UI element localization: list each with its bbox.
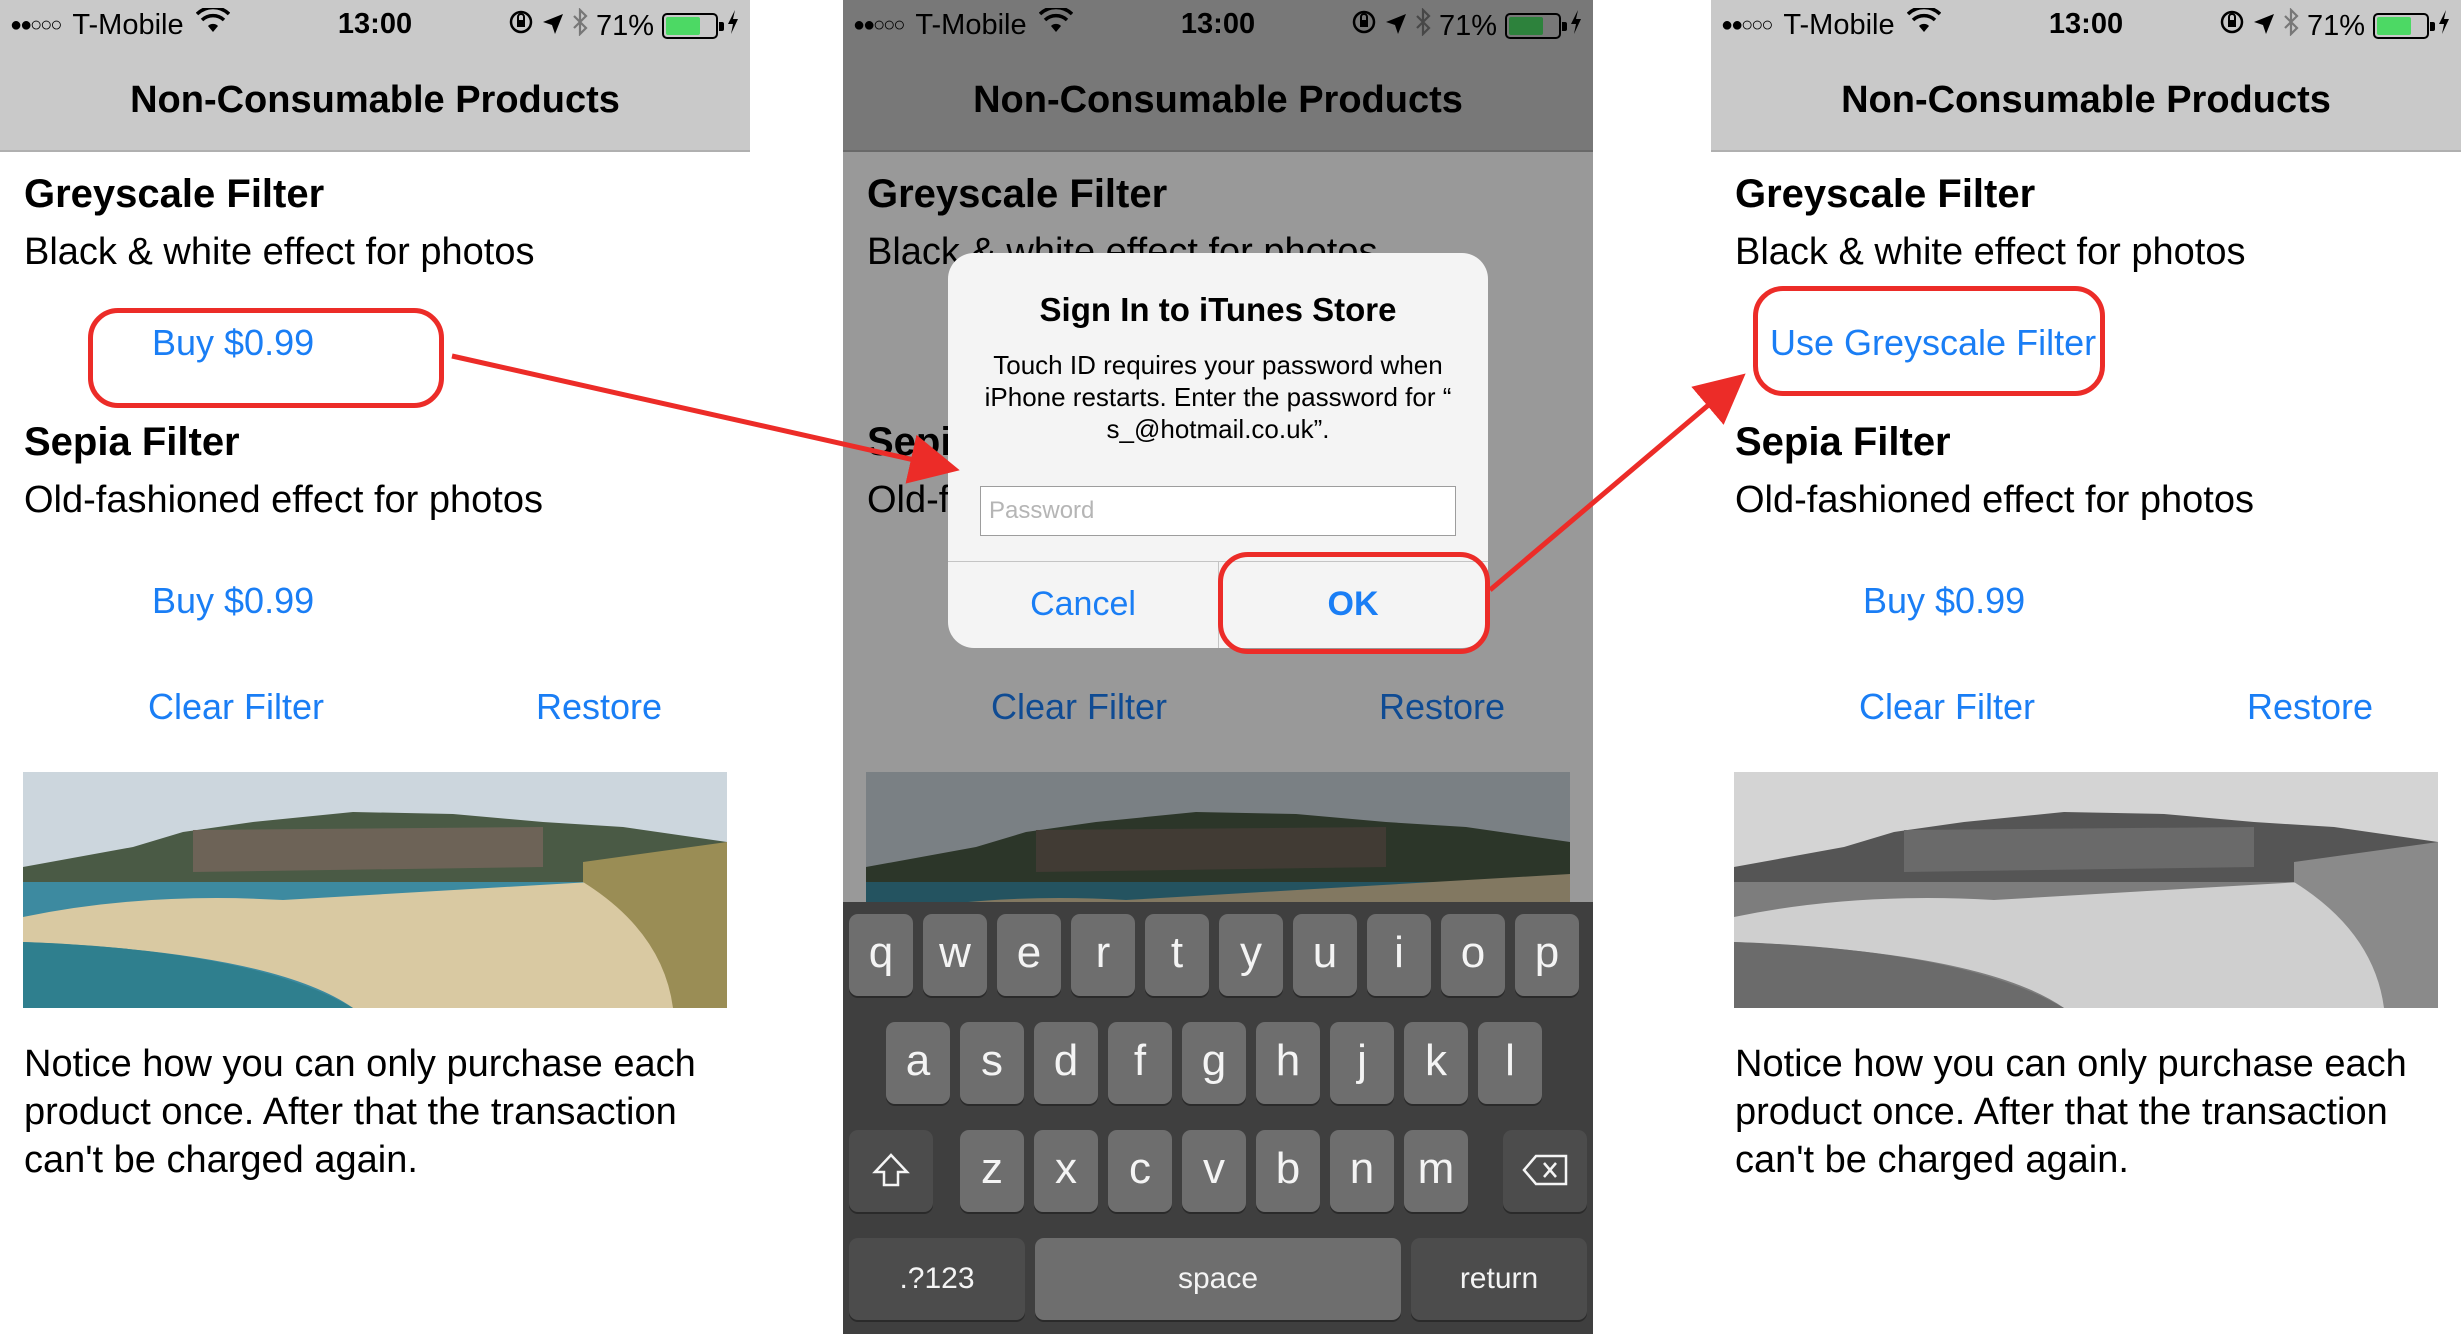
nav-bar-title: Non-Consumable Products: [0, 50, 750, 152]
key-d[interactable]: d: [1034, 1022, 1098, 1104]
product-description: Old-fashioned effect for photos: [1735, 479, 2254, 521]
numbers-key[interactable]: .?123: [849, 1238, 1025, 1320]
product-title: Greyscale Filter: [1735, 172, 2036, 216]
key-u[interactable]: u: [1293, 914, 1357, 996]
key-j[interactable]: j: [1330, 1022, 1394, 1104]
key-r[interactable]: r: [1071, 914, 1135, 996]
battery-level: [666, 17, 701, 35]
key-z[interactable]: z: [960, 1130, 1024, 1212]
shift-icon: [872, 1153, 910, 1195]
notice-text: Notice how you can only purchase each pr…: [24, 1043, 696, 1181]
key-l[interactable]: l: [1478, 1022, 1542, 1104]
nav-bar-title: Non-Consumable Products: [1711, 50, 2461, 152]
buy-sepia-button[interactable]: Buy $0.99: [152, 580, 314, 622]
keyboard: q w e r t y u i o p a s d f g h j k l z …: [843, 902, 1593, 1334]
status-bar: ●●○○○ T-Mobile 13:00 71%: [0, 0, 750, 50]
key-y[interactable]: y: [1219, 914, 1283, 996]
beach-photo: [23, 772, 727, 1008]
password-field[interactable]: [980, 486, 1456, 536]
product-list: Greyscale Filter Black & white effect fo…: [1711, 152, 2461, 1334]
key-n[interactable]: n: [1330, 1130, 1394, 1212]
battery-percent: 71%: [2306, 9, 2365, 42]
product-title: Greyscale Filter: [24, 172, 325, 216]
key-h[interactable]: h: [1256, 1022, 1320, 1104]
key-i[interactable]: i: [1367, 914, 1431, 996]
key-g[interactable]: g: [1182, 1022, 1246, 1104]
product-description: Black & white effect for photos: [24, 231, 535, 273]
notice-text: Notice how you can only purchase each pr…: [1735, 1043, 2407, 1181]
product-title: Sepia Filter: [1735, 420, 1951, 464]
phone-screen-before-purchase: ●●○○○ T-Mobile 13:00 71% Non-Consumable …: [0, 0, 750, 1334]
key-m[interactable]: m: [1404, 1130, 1468, 1212]
key-x[interactable]: x: [1034, 1130, 1098, 1212]
space-key[interactable]: space: [1035, 1238, 1401, 1320]
orientation-lock-icon: [2219, 9, 2245, 43]
orientation-lock-icon: [508, 9, 534, 43]
backspace-icon: [1522, 1154, 1568, 1193]
location-arrow-icon: [2253, 10, 2275, 43]
clear-filter-button[interactable]: Clear Filter: [1859, 686, 2035, 728]
cancel-button[interactable]: Cancel: [948, 561, 1218, 648]
bluetooth-icon: [2283, 7, 2299, 44]
key-w[interactable]: w: [923, 914, 987, 996]
callout-highlight: [1218, 552, 1490, 654]
restore-button[interactable]: Restore: [536, 686, 662, 728]
product-description: Old-fashioned effect for photos: [24, 479, 543, 521]
product-description: Black & white effect for photos: [1735, 231, 2246, 273]
key-b[interactable]: b: [1256, 1130, 1320, 1212]
battery-percent: 71%: [595, 9, 654, 42]
clear-filter-button[interactable]: Clear Filter: [148, 686, 324, 728]
battery-level: [2377, 17, 2412, 35]
delete-key[interactable]: [1503, 1130, 1587, 1212]
key-v[interactable]: v: [1182, 1130, 1246, 1212]
charging-bolt-icon: [726, 9, 740, 43]
restore-button[interactable]: Restore: [2247, 686, 2373, 728]
shift-key[interactable]: [849, 1130, 933, 1212]
alert-message: Touch ID requires your password when iPh…: [984, 350, 1452, 444]
phone-screen-sign-in-dialog: ●●○○○ T-Mobile 13:00 71% Non-Consumable …: [843, 0, 1593, 1334]
key-e[interactable]: e: [997, 914, 1061, 996]
callout-highlight: [88, 308, 444, 408]
callout-highlight: [1753, 286, 2105, 396]
battery-icon: [662, 13, 724, 39]
key-f[interactable]: f: [1108, 1022, 1172, 1104]
battery-icon: [2373, 13, 2435, 39]
key-a[interactable]: a: [886, 1022, 950, 1104]
key-k[interactable]: k: [1404, 1022, 1468, 1104]
key-c[interactable]: c: [1108, 1130, 1172, 1212]
bluetooth-icon: [572, 7, 588, 44]
key-s[interactable]: s: [960, 1022, 1024, 1104]
key-p[interactable]: p: [1515, 914, 1579, 996]
return-key[interactable]: return: [1411, 1238, 1587, 1320]
charging-bolt-icon: [2437, 9, 2451, 43]
location-arrow-icon: [542, 10, 564, 43]
key-t[interactable]: t: [1145, 914, 1209, 996]
key-o[interactable]: o: [1441, 914, 1505, 996]
beach-photo-greyscale: [1734, 772, 2438, 1008]
key-q[interactable]: q: [849, 914, 913, 996]
status-bar: ●●○○○ T-Mobile 13:00 71%: [1711, 0, 2461, 50]
product-title: Sepia Filter: [24, 420, 240, 464]
phone-screen-after-purchase: ●●○○○ T-Mobile 13:00 71% Non-Consumable …: [1711, 0, 2461, 1334]
product-list: Greyscale Filter Black & white effect fo…: [0, 152, 750, 1334]
buy-sepia-button[interactable]: Buy $0.99: [1863, 580, 2025, 622]
alert-title: Sign In to iTunes Store: [1039, 291, 1397, 328]
